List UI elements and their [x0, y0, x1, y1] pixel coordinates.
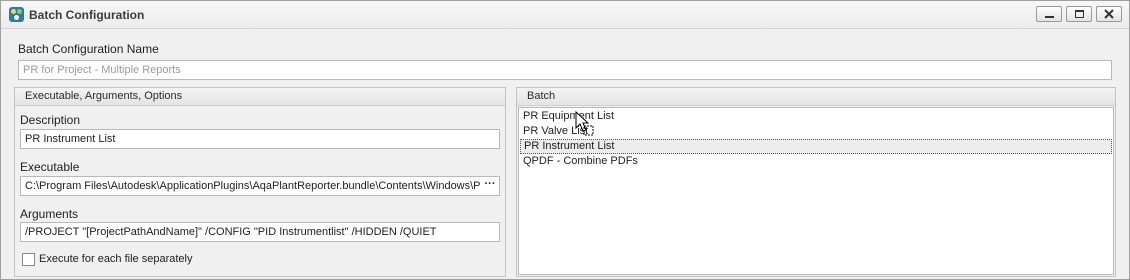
list-item[interactable]: PR Valve List: [520, 124, 1112, 139]
executable-panel: Executable, Arguments, Options Descripti…: [14, 87, 506, 277]
drag-move-cursor-icon: [575, 111, 594, 136]
config-name-input[interactable]: PR for Project - Multiple Reports: [18, 60, 1112, 80]
arguments-input[interactable]: /PROJECT "[ProjectPathAndName]" /CONFIG …: [20, 222, 500, 242]
minimize-button[interactable]: [1036, 6, 1062, 22]
app-icon: [9, 7, 24, 22]
description-input[interactable]: PR Instrument List: [20, 129, 500, 149]
executable-label: Executable: [20, 160, 80, 174]
close-icon: [1104, 9, 1114, 19]
title-bar[interactable]: Batch Configuration: [1, 1, 1129, 29]
maximize-icon: [1075, 10, 1084, 18]
executable-value: C:\Program Files\Autodesk\ApplicationPlu…: [25, 180, 490, 192]
execute-separately-label: Execute for each file separately: [39, 253, 193, 265]
maximize-button[interactable]: [1066, 6, 1092, 22]
list-item[interactable]: QPDF - Combine PDFs: [520, 154, 1112, 169]
list-item[interactable]: PR Equipment List: [520, 109, 1112, 124]
executable-input[interactable]: C:\Program Files\Autodesk\ApplicationPlu…: [20, 176, 500, 196]
executable-panel-header: Executable, Arguments, Options: [15, 88, 505, 106]
batch-list[interactable]: PR Equipment List PR Valve List PR Instr…: [518, 107, 1114, 275]
batch-configuration-window: Batch Configuration Batch Configuration …: [0, 0, 1130, 280]
batch-panel-header: Batch: [517, 88, 1115, 106]
execute-separately-checkbox[interactable]: [22, 253, 35, 266]
window-title: Batch Configuration: [29, 8, 145, 22]
browse-button[interactable]: ···: [481, 177, 499, 195]
description-label: Description: [20, 113, 81, 127]
batch-panel: Batch PR Equipment List PR Valve List PR…: [516, 87, 1116, 277]
close-button[interactable]: [1096, 6, 1122, 22]
minimize-icon: [1045, 16, 1054, 18]
list-item-selected[interactable]: PR Instrument List: [520, 139, 1112, 154]
config-name-label: Batch Configuration Name: [18, 42, 159, 56]
arguments-label: Arguments: [20, 207, 79, 221]
